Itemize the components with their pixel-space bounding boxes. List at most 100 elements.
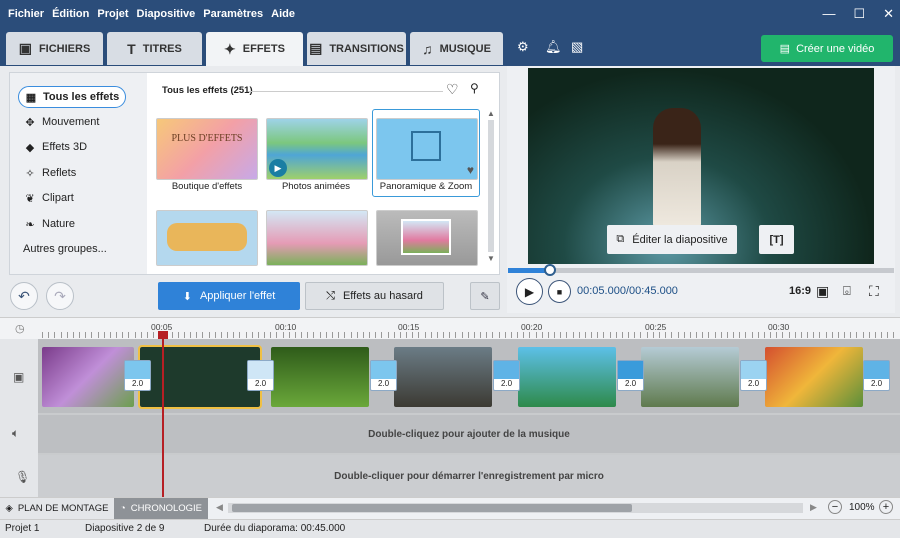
sidebar-item-mouvement[interactable]: ✥ Mouvement: [24, 111, 99, 133]
slide-thumbnail-selected[interactable]: [138, 345, 262, 409]
transition-block[interactable]: 2.0: [493, 360, 520, 391]
sidebar-item-reflets[interactable]: ✧ Reflets: [24, 162, 76, 184]
scroll-down-icon[interactable]: ▼: [487, 254, 495, 263]
ruler-tick: [239, 332, 241, 338]
effect-photos-animees-thumbnail[interactable]: ▶: [266, 118, 368, 180]
ruler-tick: [807, 332, 809, 338]
tab-chronologie[interactable]: ◔ CHRONOLOGIE: [114, 498, 208, 519]
effect-flowers-thumbnail[interactable]: [266, 210, 368, 266]
slide-thumbnail[interactable]: [394, 347, 492, 407]
slide-thumbnail[interactable]: [765, 347, 863, 407]
clear-effect-button[interactable]: ✎: [470, 282, 500, 310]
close-icon[interactable]: ✕: [883, 6, 894, 22]
zoom-level: 100%: [849, 502, 875, 513]
playhead[interactable]: [162, 335, 164, 497]
tab-titres[interactable]: T TITRES: [107, 32, 202, 65]
transition-icon: [864, 361, 889, 379]
scroll-up-icon[interactable]: ▲: [487, 109, 495, 118]
menu-parametres[interactable]: Paramètres: [203, 8, 263, 20]
tab-fichiers[interactable]: ▣ FICHIERS: [6, 32, 103, 65]
transition-block[interactable]: 2.0: [247, 360, 274, 391]
transition-block[interactable]: 2.0: [863, 360, 890, 391]
menu-fichier[interactable]: Fichier: [8, 8, 44, 20]
tab-effets[interactable]: ✦ EFFETS: [206, 32, 303, 66]
slide-thumbnail[interactable]: [518, 347, 616, 407]
zoom-out-icon[interactable]: −: [828, 500, 842, 514]
sidebar-item-nature[interactable]: ❧ Nature: [24, 213, 75, 235]
sidebar-item-tous[interactable]: ▦ Tous les effets: [18, 86, 127, 108]
timeline-tracks: ▣ 🔈︎ 🎙︎ 2.0 2.0 2.0 2.0 2.0 2.0 2.0 Doub…: [0, 335, 900, 497]
fullscreen-icon[interactable]: ⛶: [869, 283, 879, 300]
effect-boutique-thumbnail[interactable]: PLUS D'EFFETS: [156, 118, 258, 180]
preview-progress-bar[interactable]: [508, 264, 894, 276]
sidebar-item-effets-3d[interactable]: ◆ Effets 3D: [24, 136, 87, 158]
effect-map-thumbnail[interactable]: [156, 210, 258, 266]
create-video-button[interactable]: ▤ Créer une vidéo: [761, 35, 893, 62]
undo-button[interactable]: ↶: [10, 282, 38, 310]
play-button[interactable]: ▶: [516, 278, 543, 305]
ruler-tick: [116, 332, 118, 338]
preview-progress-knob[interactable]: [544, 264, 557, 276]
effects-scrollbar[interactable]: ▲ ▼: [487, 109, 495, 271]
effect-panoramique-thumbnail[interactable]: ♥: [376, 118, 478, 180]
menu-edition[interactable]: Édition: [52, 8, 89, 20]
ruler-tick: [800, 332, 802, 338]
tab-plan-de-montage[interactable]: ◈ PLAN DE MONTAGE: [0, 498, 114, 519]
scrollbar-thumb[interactable]: [232, 504, 632, 512]
bell-icon[interactable]: 🔔︎: [545, 39, 562, 55]
minimize-icon[interactable]: —: [822, 6, 835, 22]
timeline-ruler[interactable]: ◷ 00:05 00:10 00:15 00:20 00:25 00:30: [0, 317, 900, 339]
ruler-tick: [233, 332, 235, 338]
transition-block[interactable]: 2.0: [370, 360, 397, 391]
ruler-tick: [375, 332, 377, 338]
sidebar-item-clipart[interactable]: ❦ Clipart: [24, 187, 73, 209]
ruler-tick: [362, 332, 364, 338]
music-track[interactable]: Double-cliquez pour ajouter de la musiqu…: [38, 415, 900, 453]
transition-block[interactable]: 2.0: [124, 360, 151, 391]
snapshot-icon[interactable]: ⌻: [843, 283, 851, 299]
menu-aide[interactable]: Aide: [271, 8, 295, 20]
aspect-ratio-button[interactable]: 16:9: [789, 285, 811, 297]
slide-thumbnail[interactable]: [641, 347, 739, 407]
tab-musique[interactable]: ♫ MUSIQUE: [410, 32, 503, 65]
search-icon[interactable]: ⚲: [470, 81, 479, 95]
ruler-tick: [825, 332, 827, 338]
gallery-icon[interactable]: ▧: [571, 39, 583, 55]
slide-thumbnail[interactable]: [271, 347, 369, 407]
scroll-left-icon[interactable]: ◀: [216, 502, 223, 513]
effect-frame-thumbnail[interactable]: [376, 210, 478, 266]
video-preview[interactable]: ⧉ Éditer la diapositive [T]: [528, 68, 874, 264]
settings-icon[interactable]: ⚙: [517, 39, 529, 55]
ruler-tick: [640, 332, 642, 338]
status-project: Projet 1: [5, 523, 40, 534]
menu-projet[interactable]: Projet: [97, 8, 128, 20]
playhead-handle[interactable]: [158, 331, 168, 339]
ruler-tick: [689, 332, 691, 338]
slides-track[interactable]: 2.0 2.0 2.0 2.0 2.0 2.0 2.0: [38, 339, 900, 413]
heart-icon[interactable]: ♡: [446, 81, 459, 98]
transition-block[interactable]: 2.0: [740, 360, 767, 391]
microphone-track[interactable]: Double-cliquer pour démarrer l'enregistr…: [38, 455, 900, 497]
random-effects-button[interactable]: ⤭ Effets au hasard: [305, 282, 444, 310]
menu-diapositive[interactable]: Diapositive: [137, 8, 196, 20]
heart-icon[interactable]: ♥: [467, 163, 474, 177]
ruler-tick: [566, 332, 568, 338]
transition-block[interactable]: 2.0: [617, 360, 644, 391]
maximize-icon[interactable]: ☐: [853, 6, 865, 22]
slide-thumbnail[interactable]: [42, 347, 134, 407]
redo-button[interactable]: ↷: [46, 282, 74, 310]
stop-button[interactable]: ■: [548, 280, 571, 303]
fit-frame-icon[interactable]: ▣: [816, 283, 829, 300]
apply-effect-button[interactable]: ⬇ Appliquer l'effet: [158, 282, 300, 310]
apply-effect-label: Appliquer l'effet: [199, 290, 276, 302]
horizontal-scrollbar[interactable]: [228, 503, 803, 513]
edit-slide-button[interactable]: ⧉ Éditer la diapositive: [607, 225, 737, 254]
zoom-in-icon[interactable]: +: [879, 500, 893, 514]
scroll-right-icon[interactable]: ▶: [810, 502, 817, 513]
tab-transitions[interactable]: ▤ TRANSITIONS: [307, 32, 406, 65]
ruler-tick: [344, 332, 346, 338]
scrollbar-track[interactable]: [488, 120, 494, 252]
ruler-tick: [584, 332, 586, 338]
add-text-button[interactable]: [T]: [759, 225, 794, 254]
sidebar-item-autres-groupes[interactable]: Autres groupes...: [23, 238, 107, 260]
